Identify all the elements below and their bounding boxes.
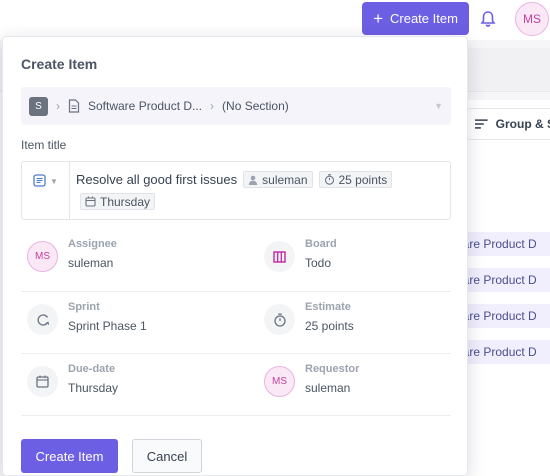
- estimate-property[interactable]: Estimate 25 points: [258, 295, 463, 357]
- due-date-label: Due-date: [68, 363, 116, 375]
- cancel-button[interactable]: Cancel: [132, 439, 202, 473]
- chevron-down-icon: ▼: [50, 177, 58, 186]
- item-title-field[interactable]: ▼ Resolve all good first issues suleman …: [21, 161, 451, 220]
- calendar-icon: [27, 366, 58, 397]
- document-icon: [68, 99, 80, 113]
- stopwatch-icon: [324, 174, 334, 185]
- chevron-right-icon: ›: [210, 99, 215, 113]
- assignee-avatar: MS: [27, 241, 58, 272]
- due-chip-label: Thursday: [100, 194, 151, 209]
- chevron-right-icon: ›: [56, 99, 60, 113]
- divider: [21, 291, 451, 292]
- group-by-button[interactable]: Group & S: [466, 108, 550, 140]
- item-title-text[interactable]: Resolve all good first issues: [76, 172, 237, 187]
- due-date-value: Thursday: [68, 381, 119, 395]
- user-icon: [248, 175, 258, 185]
- assignee-label: Assignee: [68, 238, 117, 250]
- top-create-item-label: Create Item: [390, 11, 458, 26]
- board-value: Todo: [305, 256, 332, 270]
- create-item-modal: Create Item S › Software Product D... › …: [2, 36, 468, 476]
- sprint-value: Sprint Phase 1: [68, 319, 147, 333]
- create-item-button[interactable]: Create Item: [21, 439, 118, 473]
- divider: [21, 415, 451, 416]
- task-icon: [33, 174, 46, 187]
- item-title-label: Item title: [21, 138, 67, 152]
- due-chip[interactable]: Thursday: [80, 193, 156, 210]
- requestor-property[interactable]: MS Requestor suleman: [258, 357, 463, 419]
- calendar-icon: [85, 196, 96, 207]
- points-chip-label: 25 points: [338, 172, 388, 187]
- requestor-label: Requestor: [305, 363, 360, 375]
- sprint-icon: [27, 304, 58, 335]
- estimate-value: 25 points: [305, 319, 354, 333]
- board-icon: [264, 241, 295, 272]
- group-icon: [475, 119, 488, 129]
- estimate-label: Estimate: [305, 301, 351, 313]
- space-badge: S: [29, 96, 48, 116]
- group-by-label: Group & S: [495, 117, 550, 131]
- top-bar: + Create Item MS: [0, 0, 550, 40]
- board-label: Board: [305, 238, 337, 250]
- assignee-value: suleman: [68, 256, 114, 270]
- breadcrumb-section[interactable]: (No Section): [222, 99, 289, 113]
- assignee-chip[interactable]: suleman: [243, 171, 313, 188]
- requestor-avatar: MS: [264, 366, 295, 397]
- breadcrumb[interactable]: S › Software Product D... › (No Section)…: [21, 87, 451, 125]
- sprint-property[interactable]: Sprint Sprint Phase 1: [21, 295, 226, 357]
- assignee-chip-label: suleman: [262, 172, 308, 187]
- item-type-select[interactable]: ▼: [22, 162, 70, 219]
- due-date-property[interactable]: Due-date Thursday: [21, 357, 226, 419]
- plus-icon: +: [373, 8, 383, 28]
- stopwatch-icon: [264, 304, 295, 335]
- breadcrumb-project[interactable]: Software Product D...: [88, 99, 202, 113]
- divider: [21, 353, 451, 354]
- user-avatar[interactable]: MS: [515, 2, 549, 36]
- top-create-item-button[interactable]: + Create Item: [362, 2, 469, 35]
- points-chip[interactable]: 25 points: [318, 171, 393, 188]
- sprint-label: Sprint: [68, 301, 100, 313]
- board-property[interactable]: Board Todo: [258, 232, 463, 294]
- bell-icon[interactable]: [478, 9, 498, 29]
- modal-title: Create Item: [21, 56, 98, 72]
- requestor-value: suleman: [305, 381, 351, 395]
- chevron-down-icon[interactable]: ▼: [434, 101, 443, 111]
- assignee-property[interactable]: MS Assignee suleman: [21, 232, 226, 294]
